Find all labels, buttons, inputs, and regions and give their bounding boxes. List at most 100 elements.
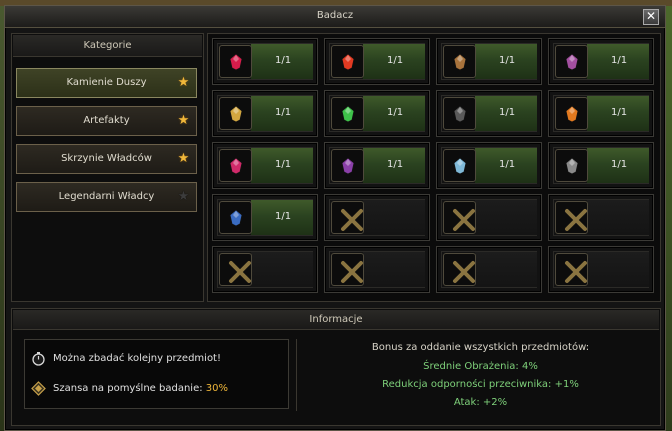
item-slot[interactable]: 1/1 [548,90,654,137]
crossed-swords-icon [565,261,587,283]
researcher-window: Badacz ✕ Kategorie Kamienie Duszy ★ Arte… [4,5,666,431]
ice-soulstone-icon [453,157,467,175]
item-icon-frame [555,149,588,182]
empty-item-slot[interactable] [548,246,654,293]
item-slot[interactable]: 1/1 [548,38,654,85]
blue-soulstone-icon [229,209,243,227]
item-count: 1/1 [499,107,516,118]
slot-empty-bar [363,252,425,287]
violet-soulstone-icon [565,53,579,71]
bonus-title: Bonus za oddanie wszystkich przedmiotów: [371,342,590,353]
item-icon-frame [555,253,588,286]
item-count: 1/1 [611,159,628,170]
item-slot[interactable]: 1/1 [324,90,430,137]
crossed-swords-icon [229,261,251,283]
item-icon-frame [219,149,252,182]
item-icon-frame [443,45,476,78]
item-icon-frame [219,97,252,130]
empty-item-slot[interactable] [436,246,542,293]
empty-item-slot[interactable] [212,246,318,293]
item-slot[interactable]: 1/1 [436,38,542,85]
pink-soulstone-icon [229,157,243,175]
crossed-swords-icon [341,261,363,283]
item-icon-frame [219,45,252,78]
bronze-soulstone-icon [453,53,467,71]
title-bar[interactable]: Badacz ✕ [5,6,665,28]
item-count: 1/1 [499,159,516,170]
item-icon-frame [555,45,588,78]
category-label: Skrzynie Władców [61,153,152,164]
item-icon-frame [331,201,364,234]
can-research-row: Można zbadać kolejny przedmiot! [31,348,283,370]
empty-item-slot[interactable] [324,246,430,293]
chance-value: 30% [205,383,229,394]
item-slot[interactable]: 1/1 [212,90,318,137]
crossed-swords-icon [565,209,587,231]
info-header: Informacje [13,310,659,330]
slot-empty-bar [475,200,537,235]
bonus-line: Redukcja odporności przeciwnika: +1% [382,379,579,390]
info-panel: Informacje Można zbadać kolejny przedmio… [11,308,661,426]
orange-soulstone-icon [565,105,579,123]
item-icon-frame [219,253,252,286]
item-count: 1/1 [275,211,292,222]
success-chance-row: Szansa na pomyślne badanie: 30% [31,378,283,400]
item-icon-frame [443,253,476,286]
can-research-text: Można zbadać kolejny przedmiot! [53,353,221,364]
item-slot[interactable]: 1/1 [548,142,654,189]
star-icon: ★ [177,189,190,204]
item-icon-frame [555,201,588,234]
star-icon: ★ [177,75,190,90]
item-slot[interactable]: 1/1 [436,142,542,189]
item-icon-frame [555,97,588,130]
item-icon-frame [443,201,476,234]
items-grid: 1/1 1/1 1/1 1/1 1/1 1/1 1/1 1/1 1/1 1/1 1/1 1/1 1/1 [207,33,661,302]
info-divider [296,339,297,411]
slot-empty-bar [475,252,537,287]
crossed-swords-icon [453,261,475,283]
category-soulstones[interactable]: Kamienie Duszy ★ [16,68,197,98]
item-count: 1/1 [275,107,292,118]
black-soulstone-icon [453,105,467,123]
item-slot[interactable]: 1/1 [212,194,318,241]
item-icon-frame [331,97,364,130]
red-soulstone-icon [341,53,355,71]
item-icon-frame [443,149,476,182]
crossed-swords-icon [341,209,363,231]
item-slot[interactable]: 1/1 [212,38,318,85]
star-icon: ★ [177,113,190,128]
diamond-icon [31,381,46,396]
empty-item-slot[interactable] [324,194,430,241]
category-artifacts[interactable]: Artefakty ★ [16,106,197,136]
slot-empty-bar [363,200,425,235]
purple-soulstone-icon [341,157,355,175]
category-label: Kamienie Duszy [66,77,147,88]
star-icon: ★ [177,151,190,166]
category-legendary-lords[interactable]: Legendarni Władcy ★ [16,182,197,212]
categories-header: Kategorie [13,35,202,57]
gold-soulstone-icon [229,105,243,123]
item-icon-frame [331,253,364,286]
empty-item-slot[interactable] [436,194,542,241]
item-count: 1/1 [499,55,516,66]
category-lords-chests[interactable]: Skrzynie Władców ★ [16,144,197,174]
stopwatch-icon [32,352,45,366]
close-button[interactable]: ✕ [643,9,659,25]
item-count: 1/1 [387,55,404,66]
window-title: Badacz [316,10,354,21]
grey-soulstone-icon [565,157,579,175]
crimson-soulstone-icon [229,53,243,71]
item-icon-frame [331,45,364,78]
item-count: 1/1 [387,107,404,118]
slot-empty-bar [251,252,313,287]
item-slot[interactable]: 1/1 [436,90,542,137]
empty-item-slot[interactable] [548,194,654,241]
item-slot[interactable]: 1/1 [212,142,318,189]
item-slot[interactable]: 1/1 [324,142,430,189]
bonus-line: Atak: +2% [453,397,508,408]
item-count: 1/1 [611,55,628,66]
category-label: Artefakty [83,115,130,126]
item-slot[interactable]: 1/1 [324,38,430,85]
categories-panel: Kategorie Kamienie Duszy ★ Artefakty ★ S… [11,33,204,302]
item-count: 1/1 [275,55,292,66]
